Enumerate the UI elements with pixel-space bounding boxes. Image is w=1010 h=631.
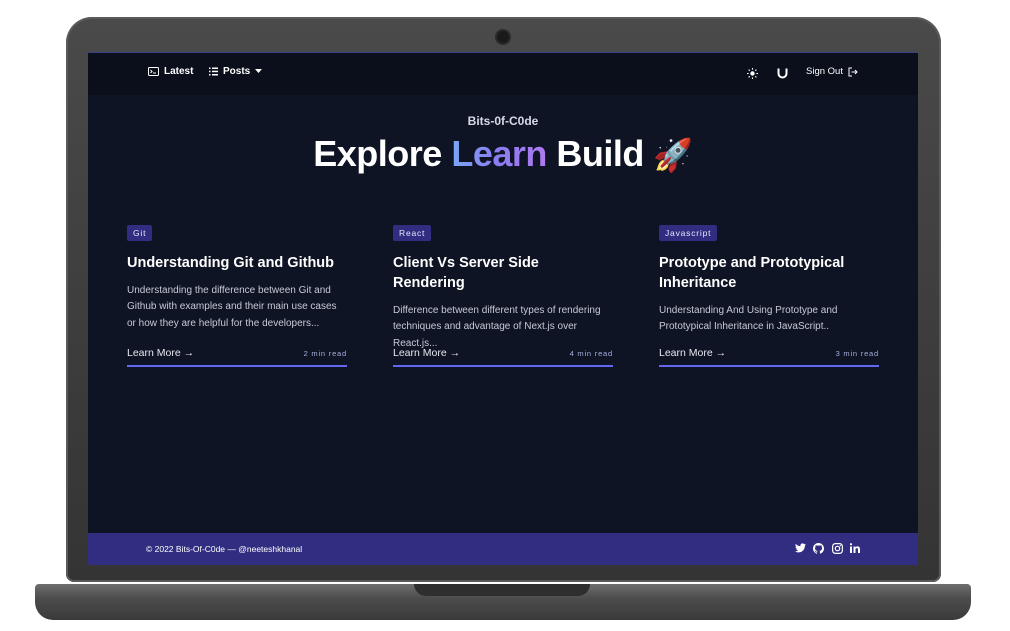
caret-down-icon bbox=[255, 69, 263, 74]
post-card: Git Understanding Git and Github Underst… bbox=[127, 223, 347, 367]
magnet-icon bbox=[777, 68, 788, 79]
hero-title: Explore Learn Build 🚀 bbox=[88, 133, 918, 175]
learn-more-link[interactable]: Learn More → bbox=[127, 347, 194, 359]
footer: © 2022 Bits-Of-C0de — @neeteshkhanal bbox=[88, 533, 918, 565]
webcam bbox=[497, 31, 509, 43]
post-description: Understanding And Using Prototype and Pr… bbox=[659, 305, 838, 333]
hero-word-explore: Explore bbox=[313, 133, 442, 174]
sign-out-button[interactable]: Sign Out bbox=[806, 66, 858, 77]
nav-latest-link[interactable]: Latest bbox=[148, 66, 193, 77]
hero-word-build: Build bbox=[556, 133, 644, 174]
hero-word-learn: Learn bbox=[451, 133, 547, 174]
site-subtitle: Bits-0f-C0de bbox=[467, 114, 539, 128]
nav-posts-dropdown[interactable]: Posts bbox=[209, 66, 263, 77]
instagram-icon[interactable] bbox=[832, 543, 844, 555]
post-footer: Learn More → 3 min read bbox=[659, 343, 879, 367]
linkedin-icon[interactable] bbox=[850, 543, 862, 555]
sun-icon bbox=[747, 68, 758, 79]
learn-more-link[interactable]: Learn More → bbox=[393, 347, 460, 359]
rocket-emoji: 🚀 bbox=[653, 137, 693, 173]
post-card: React Client Vs Server Side Rendering Di… bbox=[393, 223, 613, 367]
post-description: Understanding the difference between Git… bbox=[127, 285, 337, 329]
nav-latest-label: Latest bbox=[164, 66, 194, 77]
post-tag[interactable]: Git bbox=[127, 225, 153, 241]
list-icon bbox=[209, 67, 218, 76]
navbar: Latest Posts Sign Out bbox=[88, 53, 918, 95]
post-footer: Learn More → 2 min read bbox=[127, 343, 347, 367]
read-time: 4 min read bbox=[569, 349, 613, 358]
logout-icon bbox=[848, 67, 858, 77]
read-time: 3 min read bbox=[835, 349, 879, 358]
read-time: 2 min read bbox=[303, 349, 347, 358]
post-footer: Learn More → 4 min read bbox=[393, 343, 613, 367]
post-title[interactable]: Prototype and Prototypical Inheritance bbox=[659, 253, 879, 293]
post-title[interactable]: Understanding Git and Github bbox=[127, 253, 347, 273]
post-tag[interactable]: Javascript bbox=[659, 225, 718, 241]
post-card: Javascript Prototype and Prototypical In… bbox=[659, 223, 879, 367]
post-title[interactable]: Client Vs Server Side Rendering bbox=[393, 253, 613, 293]
github-icon[interactable] bbox=[813, 543, 825, 555]
post-tag[interactable]: React bbox=[393, 225, 432, 241]
magnet-button[interactable] bbox=[777, 68, 788, 79]
terminal-icon bbox=[148, 67, 159, 76]
learn-more-link[interactable]: Learn More → bbox=[659, 347, 726, 359]
sign-out-label: Sign Out bbox=[806, 66, 843, 77]
nav-posts-label: Posts bbox=[223, 66, 251, 77]
screen: Latest Posts Sign Out Bits-0f-C0de Explo… bbox=[88, 52, 918, 565]
laptop-notch bbox=[414, 584, 590, 596]
theme-toggle-button[interactable] bbox=[747, 68, 758, 79]
twitter-icon[interactable] bbox=[795, 543, 807, 555]
copyright-text: © 2022 Bits-Of-C0de — @neeteshkhanal bbox=[146, 544, 303, 554]
